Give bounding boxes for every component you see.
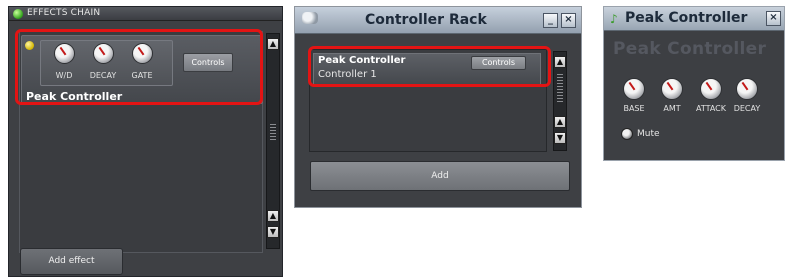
scroll-down-arrow-icon[interactable]: ▼ bbox=[267, 226, 279, 238]
effects-scrollbar[interactable]: ▲ ▲ ▼ bbox=[266, 33, 280, 249]
close-icon[interactable]: × bbox=[561, 13, 576, 28]
effects-chain-header: EFFECTS CHAIN bbox=[9, 7, 282, 21]
controller-rack-window: Controller Rack _ × Peak Controller Cont… bbox=[294, 6, 582, 208]
minimize-icon[interactable]: _ bbox=[543, 13, 558, 28]
peak-controller-window: ♪ Peak Controller × Peak Controller BASE… bbox=[603, 6, 785, 161]
scroll-down-arrow-icon[interactable]: ▼ bbox=[554, 132, 566, 144]
knob-attack-icon[interactable] bbox=[700, 78, 722, 100]
rack-scrollbar[interactable]: ▲ ▲ ▼ bbox=[553, 51, 567, 151]
knob-base-icon[interactable] bbox=[623, 78, 645, 100]
effects-chain-title: EFFECTS CHAIN bbox=[27, 8, 101, 18]
knob-label: DECAY bbox=[733, 104, 761, 113]
knob-amt-icon[interactable] bbox=[661, 78, 683, 100]
highlight-box bbox=[15, 29, 263, 105]
music-note-icon: ♪ bbox=[610, 12, 618, 26]
scroll-grip[interactable] bbox=[270, 124, 276, 142]
controller-rack-titlebar[interactable]: Controller Rack _ × bbox=[295, 7, 581, 34]
peak-controller-title: Peak Controller bbox=[625, 10, 748, 26]
controller-rack-title: Controller Rack bbox=[365, 12, 487, 28]
highlight-box bbox=[308, 46, 551, 87]
peak-controller-titlebar[interactable]: ♪ Peak Controller × bbox=[604, 7, 784, 31]
effects-chain-panel: EFFECTS CHAIN ▲ ▲ ▼ W/D DECAY GATE Contr… bbox=[8, 6, 283, 277]
scroll-grip[interactable] bbox=[557, 74, 563, 104]
scroll-up-arrow-icon[interactable]: ▲ bbox=[267, 38, 279, 50]
plugin-header-text: Peak Controller bbox=[613, 39, 767, 59]
mute-toggle[interactable] bbox=[621, 128, 633, 140]
scroll-up-arrow-icon[interactable]: ▲ bbox=[554, 116, 566, 128]
knob-decay-icon[interactable] bbox=[736, 78, 758, 100]
scroll-up-arrow-icon[interactable]: ▲ bbox=[554, 56, 566, 68]
close-icon[interactable]: × bbox=[766, 11, 781, 26]
mute-label: Mute bbox=[637, 129, 660, 139]
scroll-up-arrow-icon[interactable]: ▲ bbox=[267, 210, 279, 222]
add-controller-button[interactable]: Add bbox=[310, 161, 570, 191]
add-effect-button[interactable]: Add effect bbox=[20, 248, 123, 275]
power-led-icon[interactable] bbox=[13, 9, 23, 19]
rack-app-icon bbox=[302, 12, 318, 24]
